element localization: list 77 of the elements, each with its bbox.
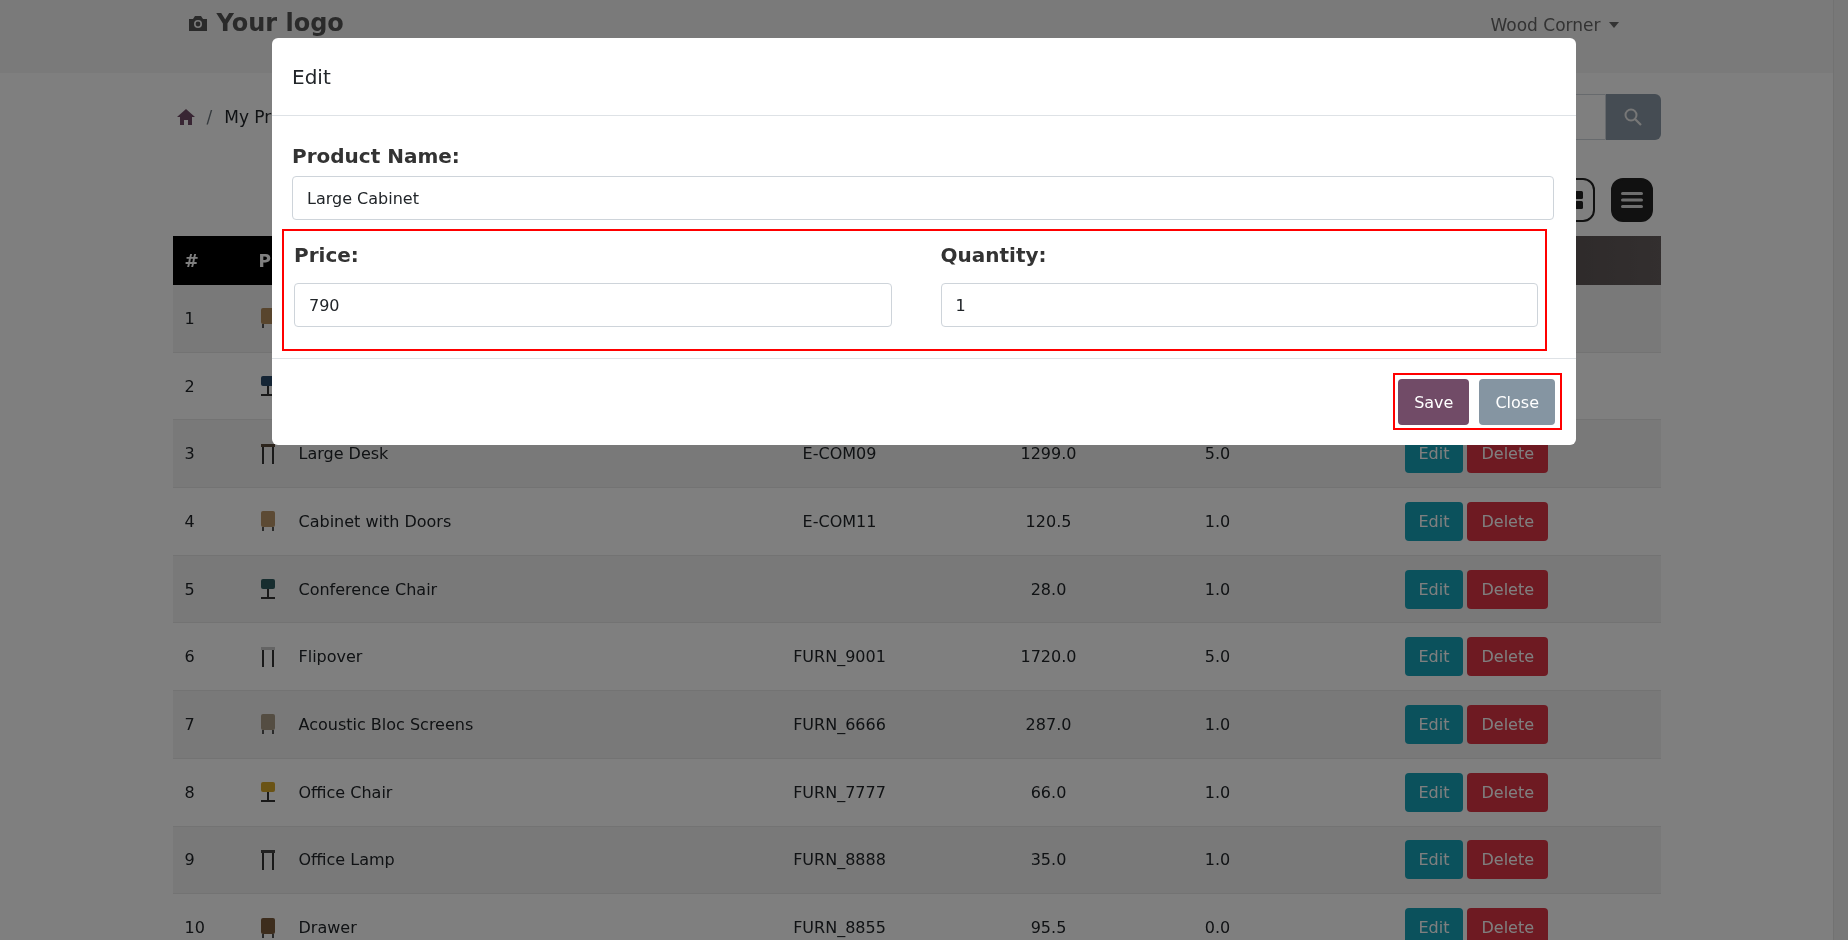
list-icon — [1620, 191, 1643, 209]
input-field[interactable]: 790 — [294, 283, 892, 327]
product-name: Office Chair — [298, 782, 393, 802]
product-reference: FURN_6666 — [793, 714, 886, 734]
delete-button[interactable]: Delete — [1467, 569, 1549, 609]
row-number: 5 — [183, 579, 196, 599]
caret-icon — [1608, 22, 1619, 28]
row-number: 6 — [183, 647, 196, 667]
delete-button[interactable]: Delete — [1467, 501, 1549, 541]
row-number: 2 — [183, 376, 196, 396]
delete-button[interactable]: Delete — [1467, 840, 1549, 880]
product-reference: FURN_8855 — [793, 918, 886, 938]
product-name: Cabinet with Doors — [298, 511, 452, 531]
row-number: 8 — [183, 782, 196, 802]
product-name-field[interactable]: Large Cabinet — [292, 176, 1554, 220]
field-label: Quantity: — [940, 243, 1048, 267]
edit-button[interactable]: Edit — [1404, 501, 1464, 541]
edit-button[interactable]: Edit — [1404, 840, 1464, 880]
edit-button[interactable]: Edit — [1404, 569, 1464, 609]
product-reference: FURN_8888 — [793, 850, 886, 870]
product-quantity: 1.0 — [1204, 579, 1231, 599]
product-name: Flipover — [298, 647, 363, 667]
product-price: 66.0 — [1030, 782, 1067, 802]
breadcrumb-separator: / — [206, 107, 213, 127]
row-number: 10 — [183, 918, 206, 938]
row-number: 9 — [183, 850, 196, 870]
product-name: Office Lamp — [298, 850, 395, 870]
save-button[interactable]: Save — [1398, 379, 1470, 425]
product-name: Large Desk — [298, 444, 389, 464]
product-quantity: 5.0 — [1204, 444, 1231, 464]
row-number: 4 — [183, 511, 196, 531]
product-name: Drawer — [298, 918, 357, 938]
logo[interactable]: Your logo — [186, 10, 344, 36]
product-price: 287.0 — [1025, 714, 1072, 734]
row-number: 3 — [183, 444, 196, 464]
row-number: 7 — [183, 714, 196, 734]
field-label: Product Name: — [292, 144, 461, 168]
field-label: Price: — [294, 243, 360, 267]
product-price: 1299.0 — [1020, 444, 1077, 464]
column-header: # — [183, 250, 200, 271]
product-quantity: 1.0 — [1204, 714, 1231, 734]
row-number: 1 — [183, 308, 196, 328]
delete-button[interactable]: Delete — [1467, 772, 1549, 812]
product-name: Conference Chair — [298, 579, 438, 599]
product-quantity: 1.0 — [1204, 850, 1231, 870]
edit-button[interactable]: Edit — [1404, 704, 1464, 744]
product-quantity: 5.0 — [1204, 647, 1231, 667]
search-icon — [1624, 108, 1642, 126]
home-icon[interactable] — [176, 109, 195, 125]
product-price: 120.5 — [1025, 511, 1072, 531]
edit-button[interactable]: Edit — [1404, 637, 1464, 677]
product-price: 95.5 — [1030, 918, 1067, 938]
user-menu[interactable]: Wood Corner — [1490, 15, 1647, 35]
product-price: 1720.0 — [1020, 647, 1077, 667]
edit-button[interactable]: Edit — [1404, 772, 1464, 812]
search-button[interactable] — [1605, 94, 1661, 140]
list-view-button[interactable] — [1610, 178, 1653, 222]
product-quantity: 1.0 — [1204, 782, 1231, 802]
product-reference: E-COM11 — [802, 511, 877, 531]
breadcrumb-link[interactable]: My Pr — [224, 107, 272, 127]
product-quantity: 1.0 — [1204, 511, 1231, 531]
product-name: Acoustic Bloc Screens — [298, 714, 474, 734]
edit-button[interactable]: Edit — [1404, 908, 1464, 940]
product-reference: E-COM09 — [802, 444, 877, 464]
dialog-title: Edit — [292, 64, 331, 89]
product-reference: FURN_7777 — [793, 782, 886, 802]
product-quantity: 0.0 — [1204, 918, 1231, 938]
delete-button[interactable]: Delete — [1467, 908, 1549, 940]
delete-button[interactable]: Delete — [1467, 637, 1549, 677]
close-button[interactable]: Close — [1479, 379, 1555, 425]
camera-icon — [186, 13, 209, 33]
product-price: 35.0 — [1030, 850, 1067, 870]
column-header: P — [258, 250, 272, 271]
product-reference: FURN_9001 — [793, 647, 886, 667]
product-price: 28.0 — [1030, 579, 1067, 599]
delete-button[interactable]: Delete — [1467, 704, 1549, 744]
input-field[interactable]: 1 — [940, 283, 1538, 327]
